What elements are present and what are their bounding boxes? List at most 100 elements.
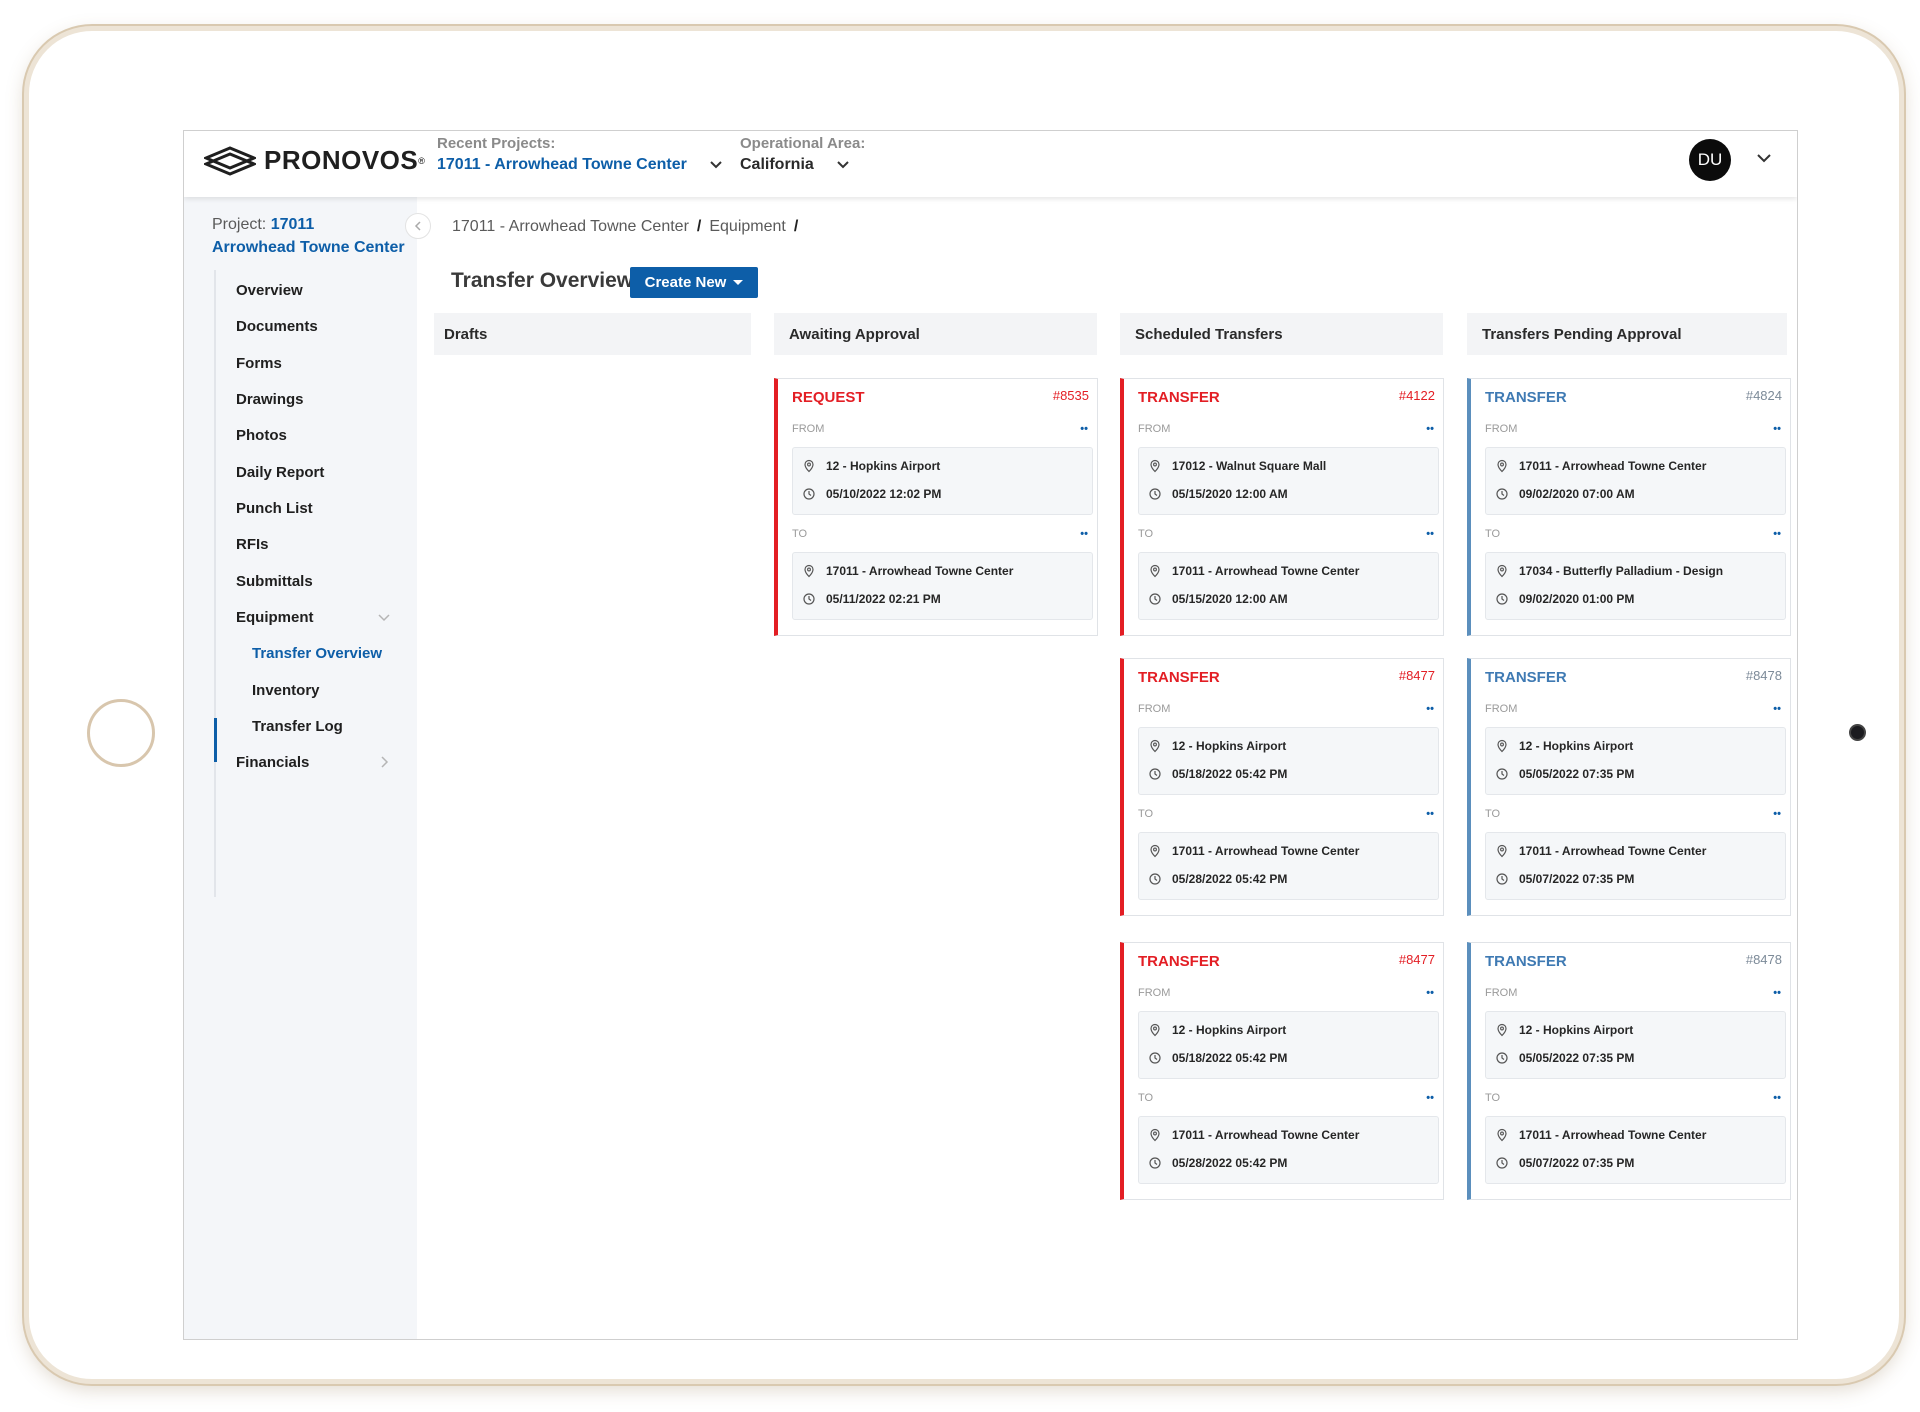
location-pin-icon: [1150, 739, 1160, 753]
chevron-down-icon[interactable]: [836, 160, 850, 170]
transfer-card[interactable]: TRANSFER #4824 FROM •• 17011 - Arrowhead Tow…: [1467, 378, 1791, 636]
clock-icon: [1496, 1157, 1508, 1169]
from-location-box: 12 - Hopkins Airport 05/05/2022 07:35 PM: [1485, 727, 1786, 795]
sidebar-item-drawings[interactable]: Drawings: [236, 391, 304, 408]
link-icon[interactable]: ••: [1773, 423, 1781, 435]
link-icon[interactable]: ••: [1080, 528, 1088, 540]
from-location-box: 17012 - Walnut Square Mall 05/15/2020 12:…: [1138, 447, 1439, 515]
breadcrumb-equipment[interactable]: Equipment: [709, 218, 786, 235]
link-icon[interactable]: ••: [1773, 528, 1781, 540]
sidebar-item-photos[interactable]: Photos: [236, 427, 287, 444]
link-icon[interactable]: ••: [1773, 703, 1781, 715]
sidebar-item-inventory[interactable]: Inventory: [252, 682, 320, 699]
from-location: 17011 - Arrowhead Towne Center: [1519, 459, 1707, 473]
from-label: FROM: [1485, 703, 1518, 715]
operational-area-value: California: [740, 156, 814, 173]
pronovos-logo[interactable]: PRONOVOS ®: [204, 145, 425, 176]
chevron-right-icon[interactable]: [381, 756, 389, 768]
card-type: TRANSFER: [1485, 669, 1567, 686]
sidebar-item-forms[interactable]: Forms: [236, 355, 282, 372]
transfer-card[interactable]: TRANSFER #8477 FROM •• 12 - Hopkins Airport 0…: [1120, 942, 1444, 1200]
from-location: 12 - Hopkins Airport: [1519, 1023, 1634, 1037]
location-pin-icon: [1497, 1023, 1507, 1037]
from-location: 12 - Hopkins Airport: [1172, 739, 1287, 753]
link-icon[interactable]: ••: [1773, 1092, 1781, 1104]
link-icon[interactable]: ••: [1080, 423, 1088, 435]
to-label: TO: [1485, 528, 1501, 540]
column-header-transfers-pending-approval: Transfers Pending Approval: [1467, 313, 1787, 355]
recent-projects-picker[interactable]: Recent Projects: 17011 - Arrowhead Towne…: [437, 135, 723, 174]
transfer-card[interactable]: TRANSFER #4122 FROM •• 17012 - Walnut Square…: [1120, 378, 1444, 636]
operational-area-picker[interactable]: Operational Area: California: [740, 135, 865, 174]
to-location: 17011 - Arrowhead Towne Center: [1172, 844, 1360, 858]
sidebar-item-documents[interactable]: Documents: [236, 318, 318, 335]
card-number[interactable]: #8477: [1399, 668, 1435, 683]
sidebar-item-rfis[interactable]: RFIs: [236, 536, 269, 553]
sidebar: Project: 17011 Arrowhead Towne Center Ov…: [184, 197, 431, 1339]
link-icon[interactable]: ••: [1773, 987, 1781, 999]
clock-icon: [1496, 768, 1508, 780]
location-pin-icon: [1150, 1023, 1160, 1037]
card-number[interactable]: #8478: [1746, 668, 1782, 683]
project-name[interactable]: Arrowhead Towne Center: [212, 239, 405, 256]
user-menu-chevron-icon[interactable]: [1756, 153, 1772, 163]
location-pin-icon: [1497, 1128, 1507, 1142]
sidebar-item-submittals[interactable]: Submittals: [236, 573, 313, 590]
link-icon[interactable]: ••: [1426, 987, 1434, 999]
sidebar-item-daily-report[interactable]: Daily Report: [236, 464, 324, 481]
chevron-down-icon[interactable]: [378, 614, 390, 622]
clock-icon: [1496, 488, 1508, 500]
link-icon[interactable]: ••: [1426, 703, 1434, 715]
create-new-button[interactable]: Create New: [630, 267, 758, 298]
clock-icon: [1496, 1052, 1508, 1064]
from-label: FROM: [1138, 987, 1171, 999]
transfer-card[interactable]: TRANSFER #8477 FROM •• 12 - Hopkins Airport 0…: [1120, 658, 1444, 916]
card-number[interactable]: #4824: [1746, 388, 1782, 403]
link-icon[interactable]: ••: [1426, 808, 1434, 820]
nav-rail: [214, 270, 216, 897]
clock-icon: [1149, 488, 1161, 500]
transfer-card[interactable]: TRANSFER #8478 FROM •• 12 - Hopkins Airport 0…: [1467, 942, 1791, 1200]
to-date: 05/11/2022 02:21 PM: [826, 592, 941, 606]
card-number[interactable]: #4122: [1399, 388, 1435, 403]
card-number[interactable]: #8535: [1053, 388, 1089, 403]
sidebar-item-transfer-log[interactable]: Transfer Log: [252, 718, 343, 735]
location-pin-icon: [1150, 844, 1160, 858]
card-type: TRANSFER: [1138, 389, 1220, 406]
sidebar-item-financials[interactable]: Financials: [236, 754, 309, 771]
column-header-drafts: Drafts: [434, 313, 751, 355]
to-label: TO: [1485, 1092, 1501, 1104]
card-type: REQUEST: [792, 389, 865, 406]
from-date: 05/05/2022 07:35 PM: [1519, 1051, 1635, 1065]
sidebar-item-equipment[interactable]: Equipment: [236, 609, 314, 626]
chevron-down-icon[interactable]: [709, 160, 723, 170]
link-icon[interactable]: ••: [1426, 423, 1434, 435]
from-date: 05/10/2022 12:02 PM: [826, 487, 942, 501]
sidebar-item-overview[interactable]: Overview: [236, 282, 303, 299]
project-number[interactable]: 17011: [271, 216, 315, 233]
transfer-card[interactable]: TRANSFER #8478 FROM •• 12 - Hopkins Airport 0…: [1467, 658, 1791, 916]
card-type: TRANSFER: [1138, 669, 1220, 686]
card-number[interactable]: #8477: [1399, 952, 1435, 967]
collapse-sidebar-button[interactable]: [405, 213, 431, 239]
sidebar-item-transfer-overview[interactable]: Transfer Overview: [252, 645, 382, 662]
to-label: TO: [1485, 808, 1501, 820]
link-icon[interactable]: ••: [1426, 1092, 1434, 1104]
project-info: Project: 17011 Arrowhead Towne Center: [212, 213, 405, 259]
create-new-label: Create New: [644, 274, 727, 291]
sidebar-item-punch-list[interactable]: Punch List: [236, 500, 313, 517]
to-label: TO: [1138, 808, 1154, 820]
link-icon[interactable]: ••: [1426, 528, 1434, 540]
from-location-box: 12 - Hopkins Airport 05/18/2022 05:42 PM: [1138, 1011, 1439, 1079]
to-location-box: 17034 - Butterfly Palladium - Design 09/0…: [1485, 552, 1786, 620]
caret-down-icon: [733, 280, 744, 285]
clock-icon: [1149, 1157, 1161, 1169]
to-location: 17011 - Arrowhead Towne Center: [1519, 844, 1707, 858]
card-number[interactable]: #8478: [1746, 952, 1782, 967]
column-header-awaiting-approval: Awaiting Approval: [774, 313, 1097, 355]
link-icon[interactable]: ••: [1773, 808, 1781, 820]
user-avatar[interactable]: DU: [1689, 139, 1731, 181]
breadcrumb-project[interactable]: 17011 - Arrowhead Towne Center: [452, 218, 689, 235]
transfer-card[interactable]: REQUEST #8535 FROM •• 12 - Hopkins Airport 05…: [774, 378, 1098, 636]
to-label: TO: [1138, 528, 1154, 540]
